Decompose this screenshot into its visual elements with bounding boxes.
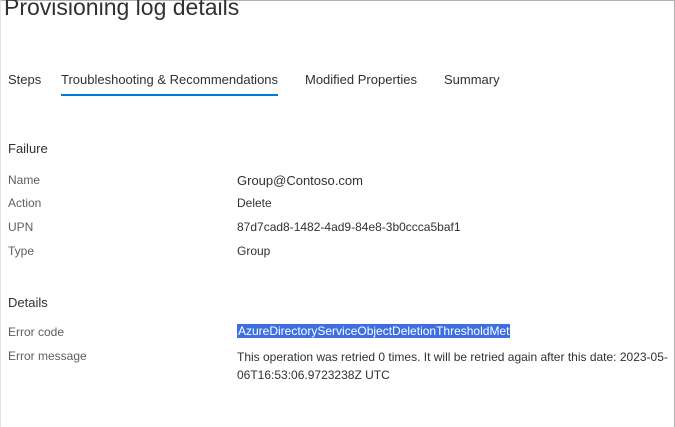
name-value: Group@Contoso.com — [237, 173, 363, 188]
error-code-label: Error code — [8, 325, 65, 339]
tab-summary[interactable]: Summary — [444, 72, 500, 96]
action-value: Delete — [237, 196, 272, 210]
tab-steps[interactable]: Steps — [8, 72, 41, 96]
failure-section-title: Failure — [8, 141, 48, 156]
error-code-selection[interactable]: AzureDirectoryServiceObjectDeletionThres… — [237, 324, 511, 338]
page-title: Provisioning log details — [4, 0, 240, 20]
window-left-border — [0, 0, 1, 427]
type-value: Group — [237, 244, 271, 258]
tab-troubleshooting-recommendations[interactable]: Troubleshooting & Recommendations — [61, 72, 279, 96]
error-message-label: Error message — [8, 349, 87, 363]
type-label: Type — [8, 244, 35, 258]
details-section-title: Details — [8, 295, 48, 310]
error-code-value[interactable]: AzureDirectoryServiceObjectDeletionThres… — [237, 324, 511, 338]
upn-value: 87d7cad8-1482-4ad9-84e8-3b0ccca5baf1 — [237, 220, 461, 234]
upn-label: UPN — [8, 220, 34, 234]
name-label: Name — [8, 173, 41, 187]
error-message-value: This operation was retried 0 times. It w… — [237, 350, 668, 382]
action-label: Action — [8, 196, 42, 210]
tab-modified-properties[interactable]: Modified Properties — [305, 72, 417, 96]
